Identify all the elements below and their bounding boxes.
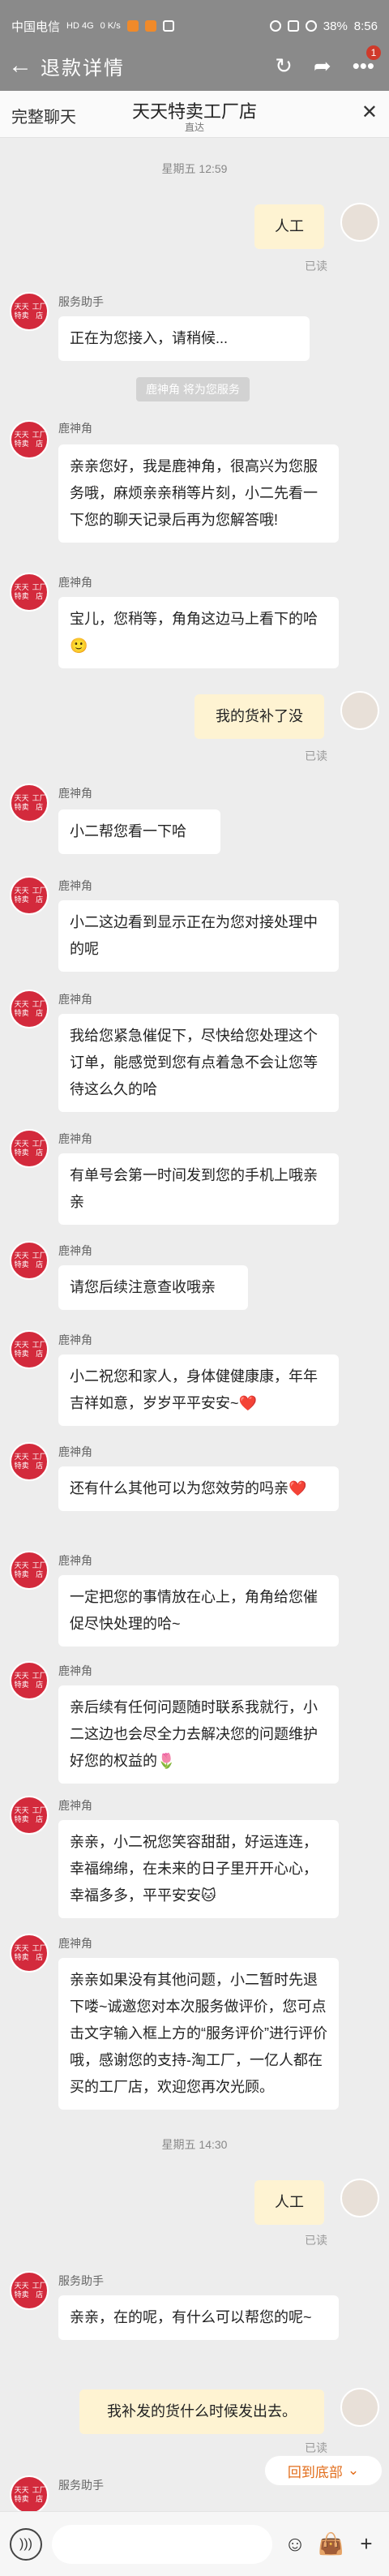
shop-avatar: 天天特卖 工厂店 (10, 784, 49, 822)
sender-name: 鹿神角 (58, 422, 92, 435)
carrier-label: 中国电信 (11, 19, 61, 34)
shop-avatar: 天天特卖 工厂店 (10, 1241, 49, 1280)
speed-label: 0 K/s (100, 21, 121, 31)
shop-avatar: 天天特卖 工厂店 (10, 1442, 49, 1481)
agent-message: 亲亲，小二祝您笑容甜甜，好运连连，幸福绵绵，在未来的日子里开开心心，幸福多多，平… (58, 1820, 339, 1918)
shop-avatar: 天天特卖 工厂店 (10, 876, 49, 915)
sender-name: 服务助手 (58, 2274, 104, 2287)
sender-name: 鹿神角 (58, 1799, 92, 1812)
sender-name: 鹿神角 (58, 879, 92, 892)
shop-avatar: 天天特卖 工厂店 (10, 1551, 49, 1590)
page-title: 退款详情 (41, 57, 125, 79)
sender-name: 服务助手 (58, 2479, 104, 2492)
share-icon[interactable]: ➦ (314, 54, 331, 79)
sender-name: 鹿神角 (58, 1132, 92, 1145)
message-input[interactable] (52, 2524, 272, 2564)
arrow-left-icon: ← (8, 52, 32, 79)
battery-label: 38% (323, 19, 348, 33)
app-icon (126, 20, 139, 32)
system-notice: 鹿神角 将为您服务 (136, 377, 250, 401)
user-avatar (340, 2179, 379, 2218)
sender-name: 鹿神角 (58, 1664, 92, 1677)
notification-badge: 1 (366, 45, 381, 60)
agent-message: 我给您紧急催促下，尽快给您处理这个订单，能感觉到您有点着急不会让您等待这么久的哈 (58, 1014, 339, 1112)
shopping-bag-icon[interactable]: 👜 (318, 2531, 344, 2557)
sender-name: 鹿神角 (58, 576, 92, 589)
network-label: HD 4G (66, 21, 94, 31)
agent-message: 有单号会第一时间发到您的手机上哦亲亲 (58, 1153, 339, 1225)
chevron-down-icon: ⌄ (347, 2462, 360, 2478)
plus-icon[interactable]: + (353, 2531, 379, 2557)
shop-header: 完整聊天 天天特卖工厂店 直达 ✕ (0, 91, 389, 138)
agent-message: 小二这边看到显示正在为您对接处理中的呢 (58, 900, 339, 972)
refresh-icon[interactable]: ↻ (275, 54, 293, 79)
emoji-icon[interactable]: ☺ (282, 2531, 308, 2557)
agent-message: 亲后续有任何问题随时联系我就行，小二这边也会尽全力去解决您的问题维护好您的权益的… (58, 1685, 339, 1784)
user-message: 人工 (254, 204, 324, 249)
shop-avatar: 天天特卖 工厂店 (10, 292, 49, 331)
agent-message: 亲亲您好，我是鹿神角，很高兴为您服务哦，麻烦亲亲稍等片刻，小二先看一下您的聊天记… (58, 444, 339, 543)
shop-subtitle: 直达 (184, 122, 204, 133)
back-button[interactable]: ← (0, 52, 41, 79)
read-status: 已读 (305, 260, 327, 273)
user-message: 人工 (254, 2180, 324, 2225)
user-message: 我的货补了没 (194, 694, 324, 739)
scroll-to-bottom-button[interactable]: 回到底部 ⌄ (264, 2455, 383, 2486)
agent-message: 小二帮您看一下哈 (58, 809, 220, 854)
sender-name: 鹿神角 (58, 1937, 92, 1950)
agent-message: 小二祝您和家人，身体健健康康，年年吉祥如意，岁岁平平安安~❤️ (58, 1355, 339, 1426)
shop-avatar: 天天特卖 工厂店 (10, 2475, 49, 2514)
user-avatar (340, 2388, 379, 2427)
shop-avatar: 天天特卖 工厂店 (10, 990, 49, 1028)
timestamp: 星期五 14:30 (161, 2138, 228, 2151)
agent-message: 请您后续注意查收哦亲 (58, 1265, 248, 1310)
shop-avatar: 天天特卖 工厂店 (10, 1661, 49, 1700)
agent-message: 正在为您接入，请稍候... (58, 316, 310, 361)
user-avatar (340, 691, 379, 730)
close-icon[interactable]: ✕ (361, 101, 378, 124)
title-bar: ← 退款详情 ↻ ➦ ••• 1 (0, 41, 389, 91)
app-icon (162, 20, 174, 32)
agent-message: 一定把您的事情放在心上，角角给您催促尽快处理的哈~ (58, 1575, 339, 1646)
sender-name: 鹿神角 (58, 993, 92, 1006)
sender-name: 鹿神角 (58, 787, 92, 800)
time-label: 8:56 (353, 19, 378, 33)
read-status: 已读 (305, 749, 327, 762)
agent-message: 还有什么其他可以为您效劳的吗亲❤️ (58, 1466, 339, 1511)
read-status: 已读 (305, 2234, 327, 2247)
more-button[interactable]: ••• 1 (353, 45, 381, 79)
shop-avatar: 天天特卖 工厂店 (10, 2271, 49, 2310)
shop-avatar: 天天特卖 工厂店 (10, 1129, 49, 1168)
voice-icon[interactable]: ))) (10, 2527, 42, 2561)
bluetooth-icon (287, 20, 299, 32)
scroll-to-bottom-label: 回到底部 (287, 2464, 343, 2480)
read-status: 已读 (305, 2441, 327, 2454)
eye-icon (269, 20, 281, 32)
shop-avatar: 天天特卖 工厂店 (10, 1796, 49, 1835)
app-icon (144, 20, 156, 32)
shop-avatar: 天天特卖 工厂店 (10, 573, 49, 612)
agent-message: 亲亲，在的呢，有什么可以帮您的呢~ (58, 2295, 339, 2340)
user-message: 我补发的货什么时候发出去。 (79, 2389, 324, 2434)
timestamp: 星期五 12:59 (161, 162, 228, 175)
shop-avatar: 天天特卖 工厂店 (10, 420, 49, 459)
sender-name: 鹿神角 (58, 1554, 92, 1567)
sender-name: 鹿神角 (58, 1244, 92, 1257)
agent-message: 亲亲如果没有其他问题，小二暂时先退下喽~诚邀您对本次服务做评价，您可点击文字输入… (58, 1958, 339, 2110)
sender-name: 服务助手 (58, 295, 104, 308)
agent-message: 宝儿，您稍等，角角这边马上看下的哈🙂 (58, 597, 339, 668)
user-avatar (340, 203, 379, 242)
wifi-icon (305, 20, 317, 32)
sender-name: 鹿神角 (58, 1333, 92, 1346)
shop-avatar: 天天特卖 工厂店 (10, 1934, 49, 1973)
shop-avatar: 天天特卖 工厂店 (10, 1330, 49, 1369)
input-bar: ))) ☺ 👜 + (0, 2511, 389, 2576)
sender-name: 鹿神角 (58, 1445, 92, 1458)
